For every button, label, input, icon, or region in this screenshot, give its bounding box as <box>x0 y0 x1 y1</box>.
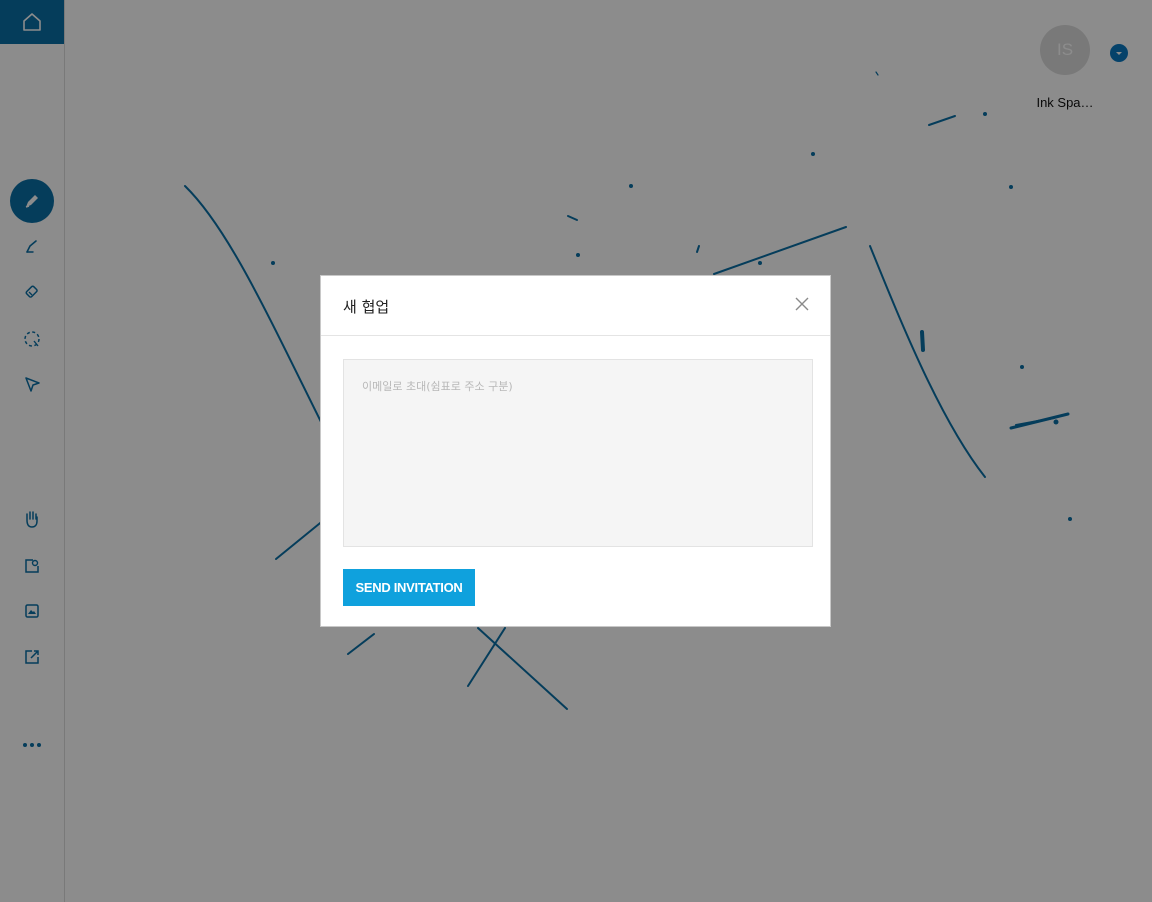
send-invitation-button[interactable]: SEND INVITATION <box>343 569 475 606</box>
invite-email-input[interactable] <box>343 359 813 547</box>
dialog-header: 새 협업 <box>321 276 830 336</box>
close-icon <box>795 297 809 311</box>
dialog-title: 새 협업 <box>343 298 390 316</box>
close-button[interactable] <box>792 294 812 314</box>
new-collaboration-dialog: 새 협업 SEND INVITATION <box>320 275 831 627</box>
